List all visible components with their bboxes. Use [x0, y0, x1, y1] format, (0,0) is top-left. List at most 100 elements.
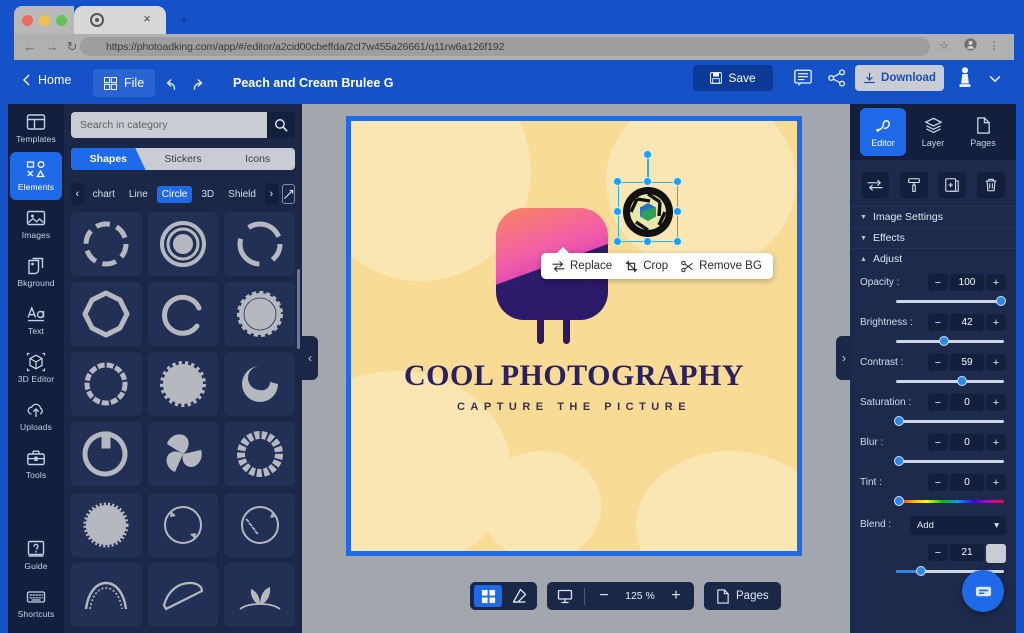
window-controls[interactable] — [14, 6, 74, 34]
sidebar-item-uploads[interactable]: Uploads — [10, 392, 62, 440]
shape-cell[interactable] — [224, 352, 295, 416]
sidebar-item-guide[interactable]: Guide — [10, 531, 62, 579]
replace-button[interactable]: Replace — [552, 260, 612, 273]
blur-value[interactable]: 0 — [950, 434, 984, 451]
saturation-value[interactable]: 0 — [950, 394, 984, 411]
opacity-value[interactable]: 100 — [950, 274, 984, 291]
blur-plus-button[interactable]: + — [986, 434, 1006, 451]
contrast-slider-track[interactable] — [896, 380, 1004, 383]
opacity-minus-button[interactable]: − — [928, 274, 948, 291]
tab-shapes[interactable]: Shapes — [71, 148, 146, 170]
rotate-handle[interactable] — [643, 150, 652, 159]
resize-handle-r[interactable] — [673, 207, 682, 216]
reload-icon[interactable]: ↻ — [64, 39, 80, 55]
blur-slider-track[interactable] — [896, 460, 1004, 463]
tab-icons[interactable]: Icons — [220, 148, 295, 170]
saturation-plus-button[interactable]: + — [986, 394, 1006, 411]
brightness-slider-track[interactable] — [896, 340, 1004, 343]
category-next-button[interactable]: › — [265, 183, 278, 205]
download-button[interactable]: Download — [855, 65, 944, 91]
chat-support-button[interactable] — [962, 570, 1004, 612]
eraser-button[interactable] — [505, 585, 533, 607]
pages-button[interactable]: Pages — [704, 582, 781, 610]
brightness-plus-button[interactable]: + — [986, 314, 1006, 331]
shape-cell[interactable] — [71, 422, 142, 486]
redo-button[interactable] — [189, 74, 209, 94]
shape-cell[interactable] — [71, 563, 142, 627]
brightness-slider-knob[interactable] — [939, 336, 949, 346]
shape-cell[interactable] — [224, 212, 295, 276]
resize-handle-br[interactable] — [673, 237, 682, 246]
shape-cell[interactable] — [224, 493, 295, 557]
shape-cell[interactable] — [71, 282, 142, 346]
category-shield[interactable]: Shield — [223, 186, 261, 203]
shape-cell[interactable] — [148, 493, 219, 557]
file-menu-button[interactable]: File — [93, 69, 155, 97]
shape-cell[interactable] — [148, 212, 219, 276]
shape-cell[interactable] — [148, 282, 219, 346]
blend-amount-value[interactable]: 21 — [950, 544, 984, 561]
collapse-left-panel-button[interactable]: ‹ — [302, 336, 318, 380]
save-button[interactable]: Save — [693, 65, 773, 91]
blend-color-swatch[interactable] — [986, 544, 1006, 563]
home-button[interactable]: Home — [22, 73, 71, 87]
saturation-minus-button[interactable]: − — [928, 394, 948, 411]
search-button[interactable] — [267, 112, 295, 138]
tint-slider-track[interactable] — [896, 500, 1004, 503]
resize-handle-t[interactable] — [643, 177, 652, 186]
shape-cell[interactable] — [224, 563, 295, 627]
shape-cell[interactable] — [71, 352, 142, 416]
tab-editor[interactable]: Editor — [860, 108, 906, 156]
category-line[interactable]: Line — [124, 186, 153, 203]
forward-icon[interactable]: → — [44, 39, 60, 55]
section-image-settings[interactable]: ▼ Image Settings — [850, 206, 1016, 227]
sidebar-item-background[interactable]: Bkground — [10, 248, 62, 296]
shape-cell[interactable] — [224, 282, 295, 346]
delete-icon[interactable] — [977, 172, 1005, 198]
presentation-button[interactable] — [551, 585, 579, 607]
profile-avatar-icon[interactable] — [962, 38, 978, 54]
minimize-window-button[interactable] — [39, 15, 50, 26]
shape-cell[interactable] — [224, 422, 295, 486]
crop-button[interactable]: Crop — [625, 260, 668, 273]
tint-plus-button[interactable]: + — [986, 474, 1006, 491]
shape-cell[interactable] — [71, 493, 142, 557]
blur-minus-button[interactable]: − — [928, 434, 948, 451]
undo-button[interactable] — [160, 74, 180, 94]
close-window-button[interactable] — [22, 15, 33, 26]
zoom-out-button[interactable]: − — [590, 585, 618, 607]
opacity-plus-button[interactable]: + — [986, 274, 1006, 291]
account-menu-caret-icon[interactable] — [988, 72, 1002, 86]
brightness-minus-button[interactable]: − — [928, 314, 948, 331]
category-chart[interactable]: chart — [88, 186, 120, 203]
artboard[interactable]: COOL PHOTOGRAPHY CAPTURE THE PICTURE — [346, 116, 802, 556]
contrast-value[interactable]: 59 — [950, 354, 984, 371]
browser-menu-icon[interactable]: ⋮ — [986, 38, 1002, 54]
saturation-slider-track[interactable] — [896, 420, 1004, 423]
logo-subtitle-text[interactable]: CAPTURE THE PICTURE — [351, 401, 797, 413]
maximize-window-button[interactable] — [56, 15, 67, 26]
flip-icon[interactable] — [861, 172, 889, 198]
category-3d[interactable]: 3D — [196, 186, 219, 203]
shape-cell[interactable] — [148, 422, 219, 486]
tab-layer[interactable]: Layer — [910, 108, 956, 156]
new-tab-button[interactable]: + — [174, 10, 194, 30]
blend-select[interactable]: Add ▾ — [910, 516, 1006, 535]
sidebar-item-images[interactable]: Images — [10, 200, 62, 248]
tint-minus-button[interactable]: − — [928, 474, 948, 491]
logo-title-text[interactable]: COOL PHOTOGRAPHY — [351, 359, 797, 393]
sidebar-item-elements[interactable]: Elements — [10, 152, 62, 200]
tab-stickers[interactable]: Stickers — [146, 148, 221, 170]
section-adjust[interactable]: ▲ Adjust — [850, 248, 1016, 269]
category-prev-button[interactable]: ‹ — [71, 183, 84, 205]
shape-cell[interactable] — [148, 563, 219, 627]
sidebar-item-templates[interactable]: Templates — [10, 104, 62, 152]
comments-button[interactable] — [793, 68, 815, 90]
back-icon[interactable]: ← — [22, 39, 38, 55]
contrast-slider-knob[interactable] — [957, 376, 967, 386]
sidebar-item-text[interactable]: Text — [10, 296, 62, 344]
share-button[interactable] — [827, 68, 849, 90]
search-input[interactable] — [71, 112, 267, 138]
address-bar[interactable]: https://photoadking.com/app/#/editor/a2c… — [80, 37, 930, 56]
tab-pages[interactable]: Pages — [960, 108, 1006, 156]
